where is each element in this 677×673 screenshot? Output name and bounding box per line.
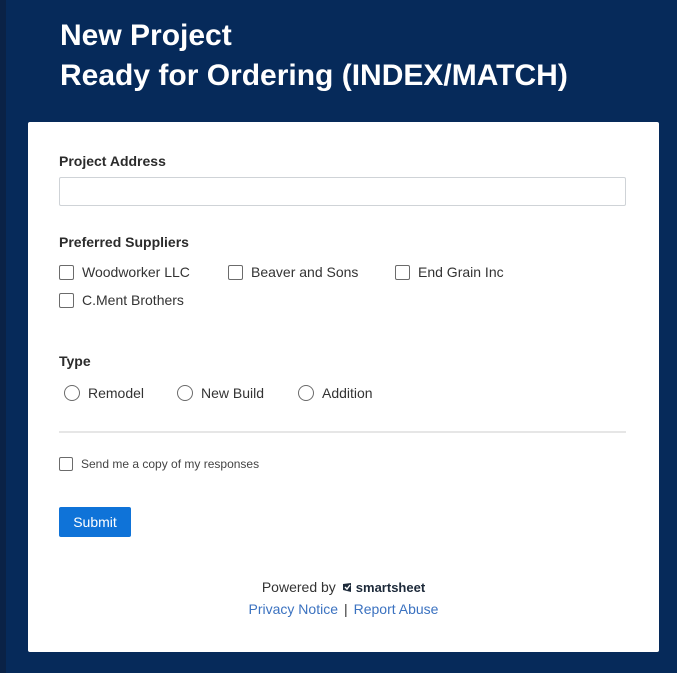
type-option-label: Remodel	[88, 385, 145, 401]
radio[interactable]	[177, 385, 193, 401]
radio[interactable]	[64, 385, 80, 401]
powered-by-text: Powered by	[261, 579, 336, 595]
supplier-label: Woodworker LLC	[82, 264, 190, 280]
supplier-option-cment[interactable]: C.Ment Brothers	[59, 292, 184, 308]
type-option-new-build[interactable]: New Build	[177, 385, 264, 401]
report-abuse-link[interactable]: Report Abuse	[354, 601, 439, 617]
supplier-option-woodworker[interactable]: Woodworker LLC	[59, 264, 190, 280]
form-subtitle: Ready for Ordering (INDEX/MATCH)	[60, 59, 568, 92]
link-separator: |	[343, 601, 348, 617]
form-card: Project Address Preferred Suppliers Wood…	[28, 122, 659, 652]
footer-links: Privacy Notice | Report Abuse	[28, 601, 659, 617]
type-label: Type	[59, 353, 91, 369]
supplier-label: End Grain Inc	[418, 264, 504, 280]
checkbox[interactable]	[59, 264, 74, 280]
supplier-option-end-grain[interactable]: End Grain Inc	[395, 264, 504, 280]
radio[interactable]	[298, 385, 314, 401]
type-option-label: Addition	[322, 385, 373, 401]
privacy-notice-link[interactable]: Privacy Notice	[249, 601, 338, 617]
brand-name: smartsheet	[355, 579, 426, 595]
form-title: New Project	[60, 19, 232, 52]
divider	[59, 431, 626, 433]
checkbox[interactable]	[59, 292, 74, 308]
project-address-input[interactable]	[59, 177, 626, 206]
form-header: New Project Ready for Ordering (INDEX/MA…	[60, 16, 568, 96]
supplier-label: C.Ment Brothers	[82, 292, 184, 308]
checkbox[interactable]	[395, 264, 410, 280]
smartsheet-logo-icon	[342, 582, 351, 592]
type-option-addition[interactable]: Addition	[298, 385, 373, 401]
project-address-label: Project Address	[59, 153, 166, 169]
send-copy-option[interactable]: Send me a copy of my responses	[59, 457, 259, 471]
checkbox[interactable]	[228, 264, 243, 280]
checkbox[interactable]	[59, 457, 73, 471]
powered-by: Powered by smartsheet	[28, 579, 659, 595]
smartsheet-logo: smartsheet	[342, 580, 425, 595]
type-option-remodel[interactable]: Remodel	[64, 385, 144, 401]
supplier-option-beaver[interactable]: Beaver and Sons	[228, 264, 358, 280]
supplier-label: Beaver and Sons	[251, 264, 359, 280]
preferred-suppliers-label: Preferred Suppliers	[59, 234, 189, 250]
send-copy-label: Send me a copy of my responses	[81, 457, 260, 471]
submit-button[interactable]: Submit	[59, 507, 131, 537]
type-option-label: New Build	[201, 385, 265, 401]
